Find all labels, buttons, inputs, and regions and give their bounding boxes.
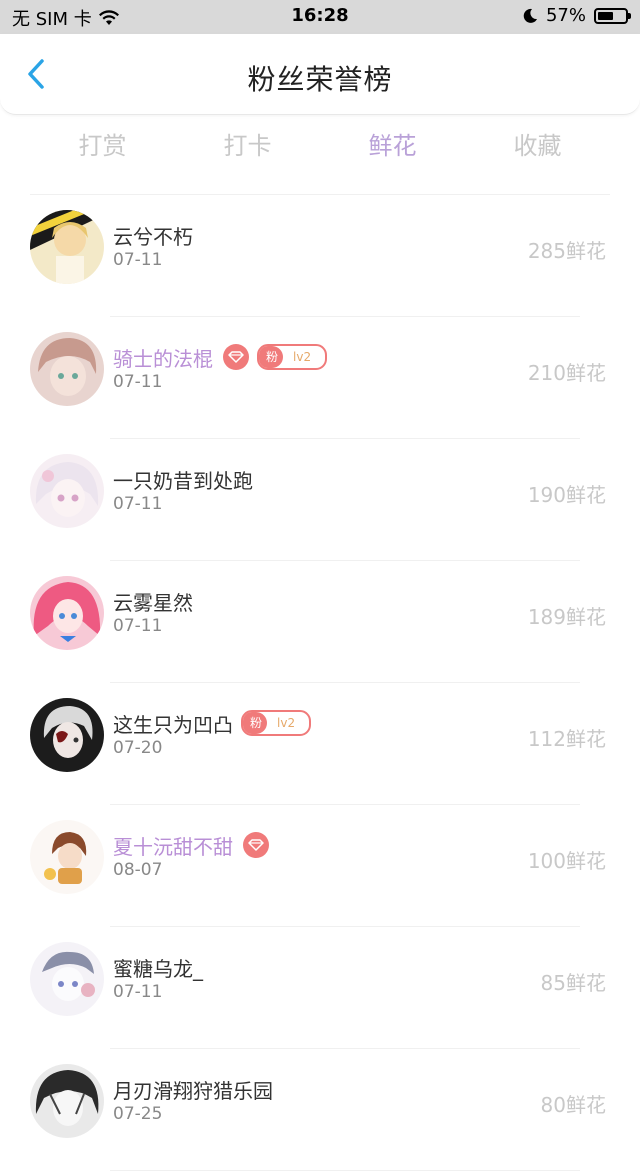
tab-favorites[interactable]: 收藏 [465,124,610,168]
avatar[interactable] [30,454,104,528]
flower-count: 85鲜花 [540,971,606,995]
date-label: 07-11 [113,982,163,1002]
name-row: 云雾星然 [113,587,193,615]
name-row: 骑士的法棍 粉 lv2 [113,343,328,371]
list-item[interactable]: 月刃滑翔狩猎乐园 07-25 80鲜花 [0,1049,640,1171]
user-name: 月刃滑翔狩猎乐园 [113,1078,273,1103]
battery-fill [598,11,613,20]
fan-ranking-list: 云兮不朽 07-11 285鲜花 骑士的法棍 粉 lv2 07-11 210鲜花… [0,195,640,1171]
avatar[interactable] [30,332,104,406]
avatar[interactable] [30,942,104,1016]
list-item[interactable]: 云兮不朽 07-11 285鲜花 [0,195,640,317]
diamond-icon [228,351,244,363]
fan-badge-level: lv2 [293,350,312,364]
date-label: 07-11 [113,250,163,270]
moon-icon [522,8,538,24]
list-item[interactable]: 一只奶昔到处跑 07-11 190鲜花 [0,439,640,561]
status-right: 57% [522,5,631,26]
date-label: 07-11 [113,616,163,636]
fan-badge-label: 粉 [259,346,284,368]
avatar[interactable] [30,698,104,772]
flower-count: 190鲜花 [527,483,606,507]
tab-checkin[interactable]: 打卡 [175,124,320,168]
fan-level-badge: 粉 lv2 [257,344,328,370]
name-row: 夏十沅甜不甜 [113,831,269,859]
page-title: 粉丝荣誉榜 [247,63,393,96]
tab-bar: 打赏 打卡 鲜花 收藏 [30,124,610,168]
fan-level-badge: 粉 lv2 [241,710,312,736]
name-row: 这生只为凹凸 粉 lv2 [113,709,312,737]
avatar[interactable] [30,820,104,894]
name-row: 月刃滑翔狩猎乐园 [113,1075,273,1103]
list-item[interactable]: 夏十沅甜不甜 08-07 100鲜花 [0,805,640,927]
list-item[interactable]: 这生只为凹凸 粉 lv2 07-20 112鲜花 [0,683,640,805]
diamond-badge [223,344,249,370]
flower-count: 210鲜花 [527,361,606,385]
flower-count: 100鲜花 [527,849,606,873]
user-name: 骑士的法棍 [113,346,213,371]
fan-badge-level: lv2 [277,716,296,730]
user-name: 蜜糖乌龙_ [113,956,203,981]
flower-count: 189鲜花 [527,605,606,629]
list-item[interactable]: 蜜糖乌龙_ 07-11 85鲜花 [0,927,640,1049]
avatar[interactable] [30,210,104,284]
user-name: 云兮不朽 [113,224,193,249]
flower-count: 285鲜花 [527,239,606,263]
flower-count: 80鲜花 [540,1093,606,1117]
diamond-badge [243,832,269,858]
status-bar: 无 SIM 卡 16:28 57% [0,0,640,34]
user-name: 夏十沅甜不甜 [113,834,233,859]
list-item[interactable]: 骑士的法棍 粉 lv2 07-11 210鲜花 [0,317,640,439]
user-name: 云雾星然 [113,590,193,615]
flower-count: 112鲜花 [527,727,606,751]
diamond-icon [248,839,264,851]
date-label: 07-11 [113,372,163,392]
avatar[interactable] [30,576,104,650]
date-label: 07-20 [113,738,163,758]
fan-badge-label: 粉 [243,712,268,734]
name-row: 蜜糖乌龙_ [113,953,203,981]
date-label: 07-11 [113,494,163,514]
header: 粉丝荣誉榜 [0,34,640,115]
list-item[interactable]: 云雾星然 07-11 189鲜花 [0,561,640,683]
date-label: 07-25 [113,1104,163,1124]
user-name: 这生只为凹凸 [113,712,233,737]
avatar[interactable] [30,1064,104,1138]
name-row: 一只奶昔到处跑 [113,465,253,493]
tab-flowers[interactable]: 鲜花 [320,124,465,168]
tab-reward[interactable]: 打赏 [30,124,175,168]
battery-icon [594,7,631,24]
name-row: 云兮不朽 [113,221,193,249]
date-label: 08-07 [113,860,163,880]
battery-percent: 57% [545,5,586,26]
user-name: 一只奶昔到处跑 [113,468,253,493]
